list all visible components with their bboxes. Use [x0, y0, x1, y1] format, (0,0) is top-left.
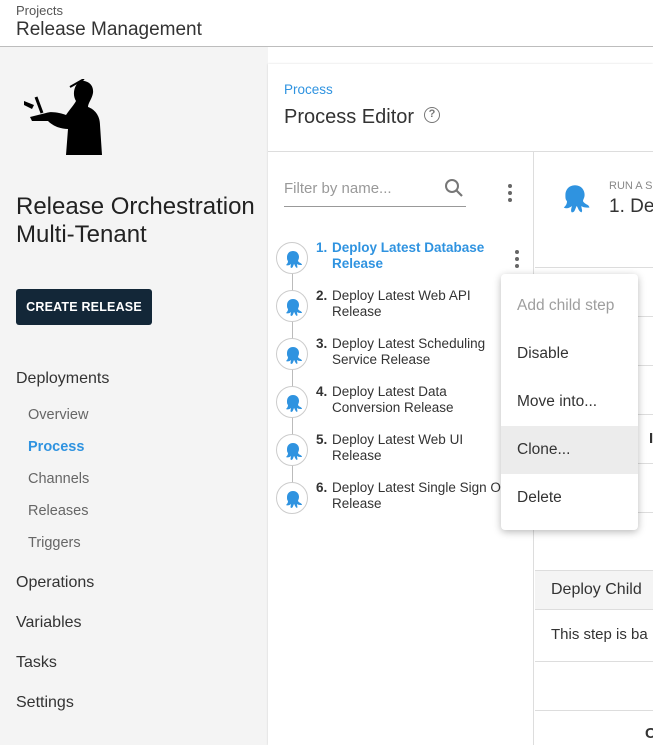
step-number: 2. — [316, 288, 328, 303]
search-icon[interactable] — [444, 178, 464, 198]
conductor-logo — [24, 79, 102, 155]
step-kebab-icon[interactable] — [514, 250, 520, 270]
step-name: Deploy Latest Single Sign On Release — [332, 480, 509, 511]
nav-process[interactable]: Process — [28, 439, 84, 455]
divider — [535, 710, 653, 711]
sidebar: Release Orchestration Multi-Tenant CREAT… — [0, 47, 268, 745]
nav-variables[interactable]: Variables — [16, 614, 82, 632]
project-group-title: Release Management — [16, 19, 202, 40]
menu-disable[interactable]: Disable — [501, 330, 638, 378]
breadcrumb-process[interactable]: Process — [284, 82, 333, 97]
step-name: Deploy Latest Data Conversion Release — [332, 384, 454, 415]
step-name: Deploy Latest Web UI Release — [332, 432, 464, 463]
cut-off-text: C — [645, 725, 653, 742]
nav-triggers[interactable]: Triggers — [28, 535, 81, 551]
section-header: Deploy Child — [535, 570, 653, 610]
step-item[interactable]: 6. Deploy Latest Single Sign On Release — [276, 480, 516, 520]
octopus-icon — [276, 386, 308, 418]
divider — [535, 661, 653, 662]
step-number: 4. — [316, 384, 328, 399]
menu-move-into[interactable]: Move into... — [501, 378, 638, 426]
help-icon[interactable]: ? — [424, 107, 440, 123]
divider — [535, 267, 653, 268]
octopus-icon — [276, 338, 308, 370]
menu-delete[interactable]: Delete — [501, 474, 638, 522]
create-release-button[interactable]: CREATE RELEASE — [16, 289, 152, 325]
octopus-icon — [276, 482, 308, 514]
step-item[interactable]: 4. Deploy Latest Data Conversion Release — [276, 384, 516, 424]
octopus-icon — [276, 434, 308, 466]
step-number: 3. — [316, 336, 328, 351]
page-title: Process Editor — [284, 106, 415, 128]
step-item[interactable]: 3. Deploy Latest Scheduling Service Rele… — [276, 336, 516, 376]
step-name: Deploy Latest Web API Release — [332, 288, 471, 319]
step-detail-title: 1. De — [609, 196, 653, 217]
top-bar: Projects Release Management — [0, 0, 653, 47]
nav-tasks[interactable]: Tasks — [16, 654, 57, 672]
step-item[interactable]: 2. Deploy Latest Web API Release — [276, 288, 516, 328]
breadcrumb-projects[interactable]: Projects — [16, 3, 63, 18]
project-name: Release Orchestration Multi-Tenant — [16, 193, 255, 248]
nav-channels[interactable]: Channels — [28, 471, 89, 487]
step-number: 1. — [316, 240, 328, 255]
filter-field[interactable] — [284, 174, 466, 207]
octopus-icon — [276, 290, 308, 322]
step-type-label: RUN A S — [609, 180, 653, 192]
step-name: Deploy Latest Database Release — [332, 240, 485, 271]
menu-add-child-step[interactable]: Add child step — [501, 282, 638, 330]
step-number: 6. — [316, 480, 328, 495]
step-item[interactable]: 1. Deploy Latest Database Release — [276, 240, 516, 280]
octopus-icon — [563, 185, 590, 213]
kebab-menu-icon[interactable] — [507, 184, 513, 204]
step-context-menu: Add child step Disable Move into... Clon… — [501, 274, 638, 530]
step-number: 5. — [316, 432, 328, 447]
nav-settings[interactable]: Settings — [16, 694, 74, 712]
menu-clone[interactable]: Clone... — [501, 426, 638, 474]
section-title: Deploy Child — [551, 581, 642, 598]
step-item[interactable]: 5. Deploy Latest Web UI Release — [276, 432, 516, 472]
steps-list-panel: 1. Deploy Latest Database Release 2. Dep… — [268, 152, 534, 745]
octopus-icon — [276, 242, 308, 274]
nav-overview[interactable]: Overview — [28, 407, 88, 423]
nav-operations[interactable]: Operations — [16, 574, 94, 592]
cut-off-text: I — [649, 430, 653, 447]
section-description: This step is ba — [551, 626, 648, 643]
nav-releases[interactable]: Releases — [28, 503, 88, 519]
step-name: Deploy Latest Scheduling Service Release — [332, 336, 486, 367]
filter-input[interactable] — [284, 174, 434, 197]
nav-deployments[interactable]: Deployments — [16, 370, 109, 388]
